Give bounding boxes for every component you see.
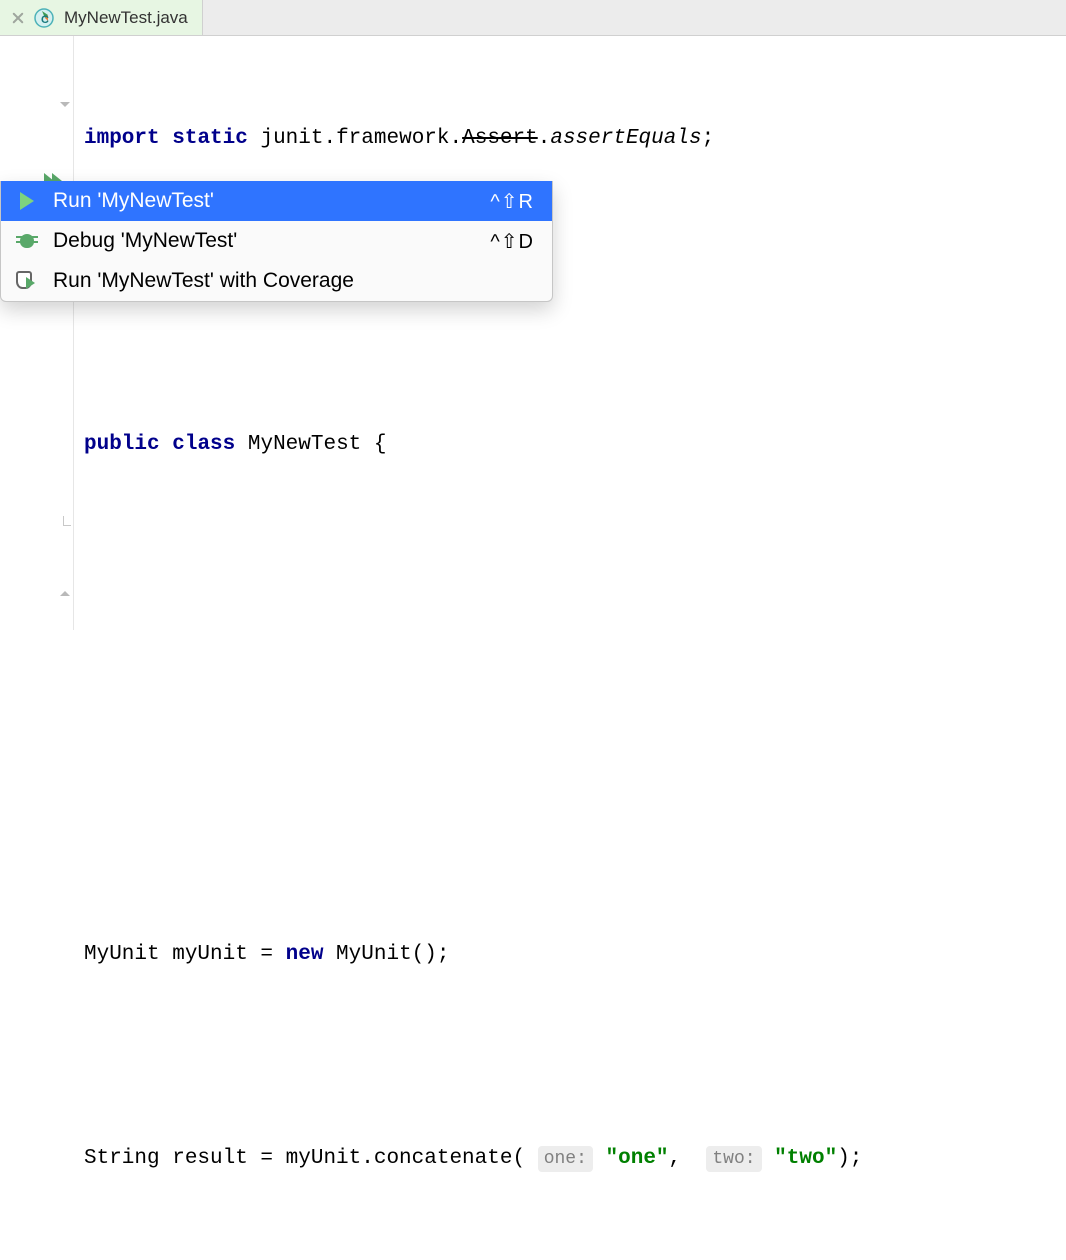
tab-mynewtest[interactable]: C MyNewTest.java	[0, 0, 203, 35]
code-line	[74, 836, 1066, 870]
tab-bar: C MyNewTest.java	[0, 0, 1066, 36]
coverage-icon	[15, 270, 39, 292]
editor-area: import static junit.framework.Assert.ass…	[0, 36, 1066, 630]
menu-item-shortcut: ^⇧R	[490, 189, 534, 214]
code-line: String result = myUnit.concatenate( one:…	[74, 1142, 1066, 1176]
menu-item-debug[interactable]: Debug 'MyNewTest' ^⇧D	[1, 221, 552, 261]
code-line	[74, 326, 1066, 360]
parameter-hint: one:	[538, 1146, 593, 1172]
code-line: public class MyNewTest {	[74, 428, 1066, 462]
code-line	[74, 1040, 1066, 1074]
svg-text:C: C	[41, 14, 49, 26]
menu-item-coverage[interactable]: Run 'MyNewTest' with Coverage	[1, 261, 552, 301]
menu-item-label: Run 'MyNewTest' with Coverage	[53, 269, 520, 293]
code-line	[74, 734, 1066, 768]
fold-expand-end-icon[interactable]	[60, 591, 70, 596]
close-icon[interactable]	[12, 12, 24, 24]
gutter	[0, 36, 74, 630]
tab-filename: MyNewTest.java	[64, 8, 188, 28]
code-line: import static junit.framework.Assert.ass…	[74, 122, 1066, 156]
menu-item-label: Run 'MyNewTest'	[53, 189, 476, 213]
fold-collapse-icon[interactable]	[60, 102, 70, 107]
class-file-icon: C	[34, 8, 54, 28]
run-icon	[15, 190, 39, 212]
run-context-menu: Run 'MyNewTest' ^⇧R Debug 'MyNewTest' ^⇧…	[0, 181, 553, 302]
code-line	[74, 530, 1066, 564]
code-line	[74, 632, 1066, 666]
menu-item-run[interactable]: Run 'MyNewTest' ^⇧R	[1, 181, 552, 221]
code-area[interactable]: import static junit.framework.Assert.ass…	[74, 36, 1066, 630]
parameter-hint: two:	[706, 1146, 761, 1172]
menu-item-shortcut: ^⇧D	[490, 229, 534, 254]
code-line: MyUnit myUnit = new MyUnit();	[74, 938, 1066, 972]
bug-icon	[15, 230, 39, 252]
code-line	[74, 1244, 1066, 1260]
fold-end-icon	[63, 516, 71, 526]
menu-item-label: Debug 'MyNewTest'	[53, 229, 476, 253]
